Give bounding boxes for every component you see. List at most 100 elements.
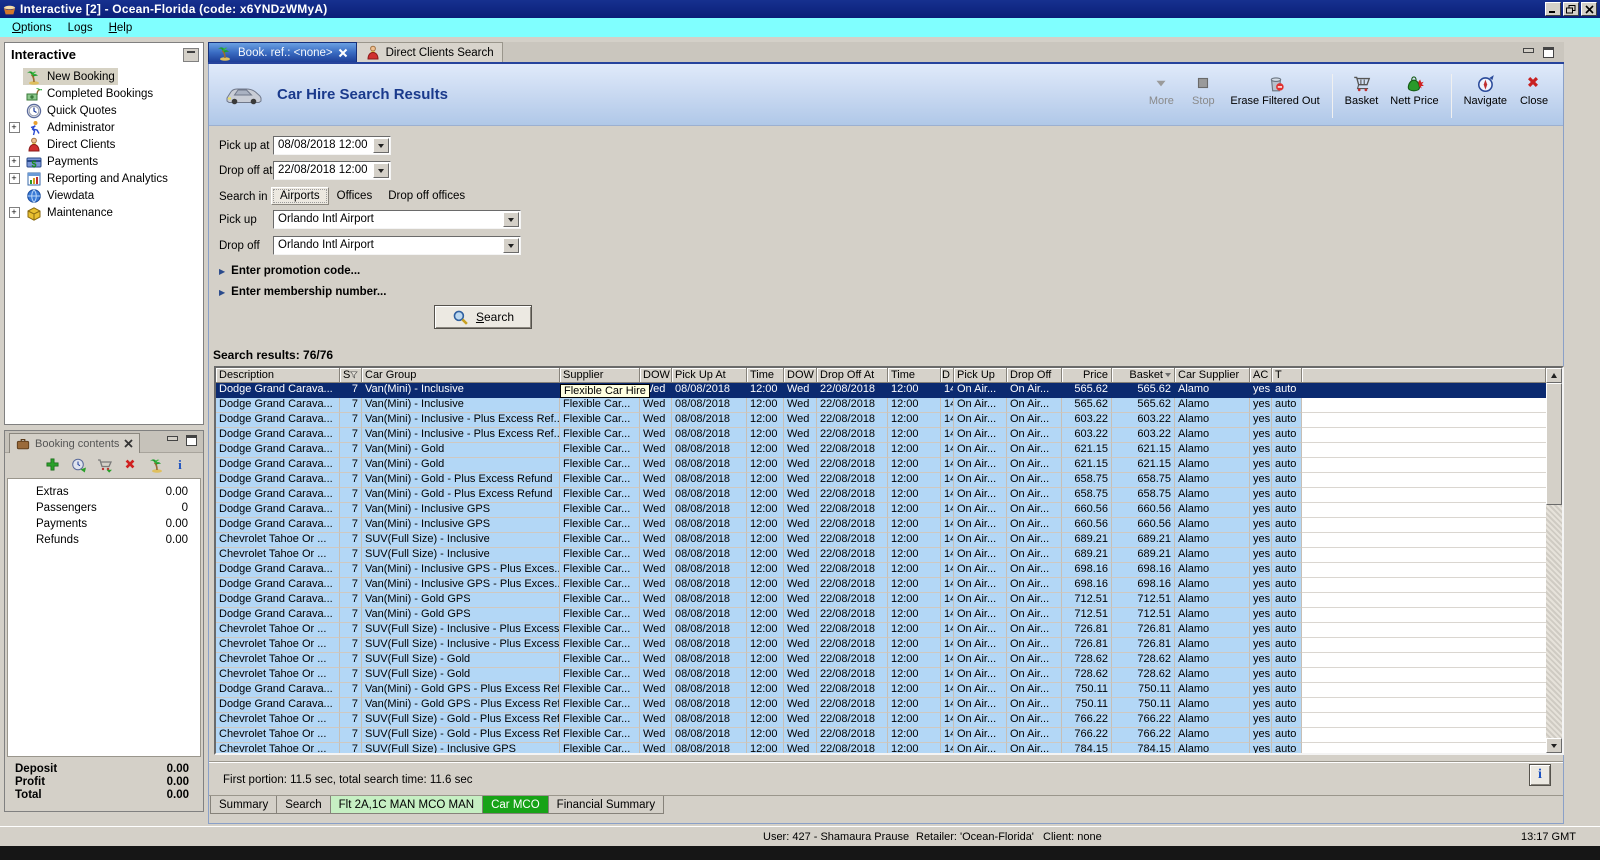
column-header-pick_up[interactable]: Pick Up — [954, 368, 1007, 383]
promo-code-expander[interactable]: ▶ Enter promotion code... — [219, 265, 360, 277]
collapse-panel-button[interactable] — [183, 47, 199, 62]
dropoff-combo[interactable]: Orlando Intl Airport — [273, 236, 521, 255]
table-row[interactable]: Chevrolet Tahoe Or ... 7 SUV(Full Size) - … — [216, 638, 1546, 653]
sidebar-item-quick-quotes[interactable]: Quick Quotes — [5, 102, 203, 119]
column-header-dow1[interactable]: DOW — [640, 368, 672, 383]
column-header-dow2[interactable]: DOW — [784, 368, 817, 383]
table-row[interactable]: Dodge Grand Carava... 7 Van(Mini) - Gold G… — [216, 593, 1546, 608]
table-row[interactable]: Dodge Grand Carava... 7 Van(Mini) - Gold G… — [216, 698, 1546, 713]
results-grid[interactable]: Description S Car Group Supplier DOW Pick Up … — [216, 368, 1546, 753]
menu-item-logs[interactable]: Logs — [60, 20, 101, 36]
scrollbar-thumb[interactable] — [1546, 383, 1562, 505]
table-row[interactable]: Dodge Grand Carava... 7 Van(Mini) - Inclus… — [216, 563, 1546, 578]
close-tab-icon[interactable] — [338, 48, 348, 58]
tab-book-ref[interactable]: Book. ref.: <none> — [208, 42, 357, 62]
booking-list-item[interactable]: Refunds 0.00 — [8, 534, 200, 550]
refresh-icon[interactable] — [71, 457, 87, 473]
table-row[interactable]: Dodge Grand Carava... 7 Van(Mini) - Gold -… — [216, 488, 1546, 503]
search-in-offices[interactable]: Offices — [329, 188, 381, 204]
table-row[interactable]: Chevrolet Tahoe Or ... 7 SUV(Full Size) - … — [216, 653, 1546, 668]
bottom-tab-car-mco[interactable]: Car MCO — [483, 796, 549, 814]
bottom-tab-financial-summary[interactable]: Financial Summary — [548, 796, 665, 814]
tabgroup-minimize-icon[interactable] — [1522, 47, 1534, 57]
expand-icon[interactable]: + — [8, 122, 20, 133]
sidebar-item-maintenance[interactable]: + Maintenance — [5, 204, 203, 221]
vertical-scrollbar[interactable] — [1546, 368, 1562, 753]
scrollbar-track[interactable] — [1546, 383, 1562, 738]
delete-icon[interactable] — [123, 457, 139, 473]
bottom-tab-search[interactable]: Search — [277, 796, 331, 814]
table-row[interactable]: Dodge Grand Carava... 7 Van(Mini) - Inclus… — [216, 578, 1546, 593]
booking-list-item[interactable]: Passengers 0 — [8, 502, 200, 518]
bottom-tab-flt-2a-1c-man-mco-man[interactable]: Flt 2A,1C MAN MCO MAN — [330, 796, 484, 814]
close-window-button[interactable] — [1581, 2, 1597, 16]
navigate-button[interactable]: Navigate — [1458, 72, 1513, 120]
table-row[interactable]: Chevrolet Tahoe Or ... 7 SUV(Full Size) - … — [216, 713, 1546, 728]
close-button[interactable]: Close — [1513, 72, 1555, 120]
table-row[interactable]: Dodge Grand Carava... 7 Van(Mini) - Inclus… — [216, 413, 1546, 428]
info-icon[interactable]: i — [175, 457, 191, 473]
info-button[interactable]: i — [1529, 764, 1551, 786]
column-header-d[interactable]: D — [941, 368, 954, 383]
scroll-down-button[interactable] — [1546, 738, 1562, 753]
column-header-t[interactable]: T — [1272, 368, 1302, 383]
sidebar-item-direct-clients[interactable]: Direct Clients — [5, 136, 203, 153]
column-header-price[interactable]: Price — [1062, 368, 1112, 383]
membership-expander[interactable]: ▶ Enter membership number... — [219, 286, 386, 298]
booking-list-item[interactable]: Extras 0.00 — [8, 486, 200, 502]
column-header-car_supplier[interactable]: Car Supplier — [1175, 368, 1250, 383]
table-row[interactable]: Chevrolet Tahoe Or ... 7 SUV(Full Size) - … — [216, 548, 1546, 563]
erase-filtered-out-button[interactable]: Erase Filtered Out — [1224, 72, 1325, 120]
column-header-description[interactable]: Description — [216, 368, 340, 383]
dropoff-dropdown-button[interactable] — [503, 238, 519, 253]
column-header-s[interactable]: S — [340, 368, 362, 383]
column-header-time2[interactable]: Time — [888, 368, 941, 383]
bottom-tab-summary[interactable]: Summary — [210, 796, 278, 814]
close-tab-icon[interactable] — [124, 439, 134, 448]
column-header-drop_off_at[interactable]: Drop Off At — [817, 368, 888, 383]
table-row[interactable]: Dodge Grand Carava... 7 Van(Mini) - Gold G… — [216, 683, 1546, 698]
booking-list-item[interactable]: Payments 0.00 — [8, 518, 200, 534]
column-header-supplier[interactable]: Supplier — [560, 368, 640, 383]
table-row[interactable]: Dodge Grand Carava... 7 Van(Mini) - Inclus… — [216, 428, 1546, 443]
search-in-airports[interactable]: Airports — [271, 187, 329, 205]
sidebar-item-administrator[interactable]: + Administrator — [5, 119, 203, 136]
restore-button[interactable] — [1563, 2, 1579, 16]
table-row[interactable]: Dodge Grand Carava... 7 Van(Mini) - Gold -… — [216, 473, 1546, 488]
title-bar[interactable]: Interactive [2] - Ocean-Florida (code: x… — [0, 0, 1600, 18]
pickup-dropdown-button[interactable] — [503, 212, 519, 227]
cart-add-icon[interactable] — [97, 457, 113, 473]
table-row[interactable]: Chevrolet Tahoe Or ... 7 SUV(Full Size) - … — [216, 728, 1546, 743]
tabgroup-maximize-icon[interactable] — [1543, 47, 1554, 58]
table-row[interactable]: Chevrolet Tahoe Or ... 7 SUV(Full Size) - … — [216, 743, 1546, 753]
sidebar-item-completed-bookings[interactable]: Completed Bookings — [5, 85, 203, 102]
column-header-basket[interactable]: Basket — [1112, 368, 1175, 383]
table-row[interactable]: Dodge Grand Carava... 7 Van(Mini) - Gold Fl… — [216, 443, 1546, 458]
pickup-at-field[interactable]: 08/08/2018 12:00 — [273, 136, 391, 155]
menu-item-options[interactable]: Options — [4, 20, 60, 36]
add-icon[interactable] — [45, 457, 61, 473]
column-header-drop_off[interactable]: Drop Off — [1007, 368, 1062, 383]
table-row[interactable]: Chevrolet Tahoe Or ... 7 SUV(Full Size) - … — [216, 533, 1546, 548]
table-row[interactable]: Dodge Grand Carava... 7 Van(Mini) - Inclus… — [216, 398, 1546, 413]
search-in-drop-off-offices[interactable]: Drop off offices — [380, 188, 473, 204]
expand-icon[interactable]: + — [8, 156, 20, 167]
pickup-at-dropdown-button[interactable] — [373, 138, 389, 153]
expand-icon[interactable]: + — [8, 207, 20, 218]
table-row[interactable]: Dodge Grand Carava... 7 Van(Mini) - Inclus… — [216, 518, 1546, 533]
table-row[interactable]: Chevrolet Tahoe Or ... 7 SUV(Full Size) - … — [216, 668, 1546, 683]
dropoff-at-field[interactable]: 22/08/2018 12:00 — [273, 161, 391, 180]
booking-contents-tab[interactable]: Booking contents — [9, 433, 141, 453]
table-row[interactable]: Dodge Grand Carava... 7 Van(Mini) - Gold Fl… — [216, 458, 1546, 473]
column-header-ac[interactable]: AC — [1250, 368, 1272, 383]
dropoff-at-dropdown-button[interactable] — [373, 163, 389, 178]
column-header-pick_up_at[interactable]: Pick Up At — [672, 368, 747, 383]
table-row[interactable]: Dodge Grand Carava... 7 Van(Mini) - Inclus… — [216, 503, 1546, 518]
pickup-combo[interactable]: Orlando Intl Airport — [273, 210, 521, 229]
nett-price-button[interactable]: Nett Price — [1384, 72, 1444, 120]
sidebar-item-new-booking[interactable]: New Booking — [5, 68, 203, 85]
column-header-car_group[interactable]: Car Group — [362, 368, 560, 383]
minimize-button[interactable] — [1545, 2, 1561, 16]
sidebar-item-viewdata[interactable]: Viewdata — [5, 187, 203, 204]
table-row[interactable]: Dodge Grand Carava... 7 Van(Mini) - Inclus… — [216, 383, 1546, 398]
